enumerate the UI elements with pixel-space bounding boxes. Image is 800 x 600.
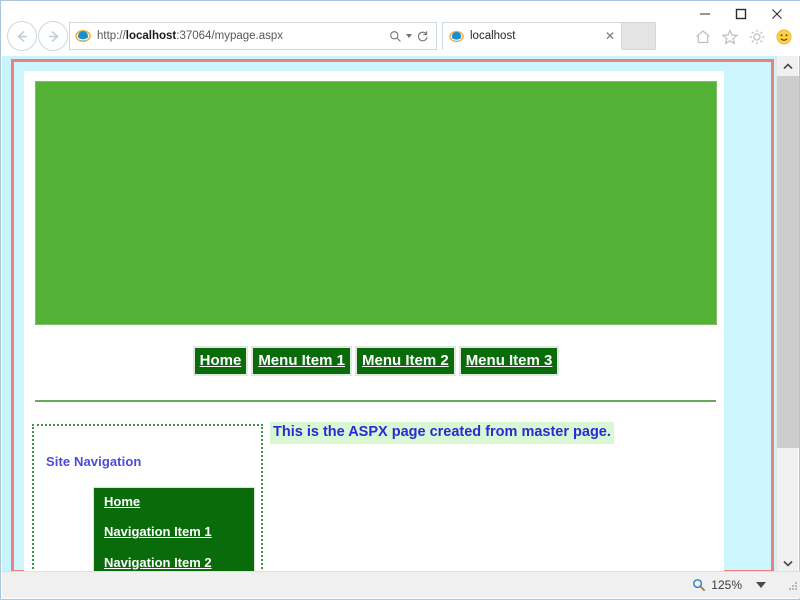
sidebar-item-navigation-item-1[interactable]: Navigation Item 1 bbox=[94, 524, 254, 539]
forward-arrow-icon bbox=[48, 30, 59, 42]
scroll-up-button[interactable] bbox=[777, 56, 799, 76]
home-icon[interactable] bbox=[694, 28, 712, 46]
minimize-icon bbox=[700, 13, 710, 15]
address-bar[interactable]: http://localhost:37064/mypage.aspx bbox=[69, 22, 437, 50]
browser-chrome: http://localhost:37064/mypage.aspx local… bbox=[1, 1, 800, 56]
page-viewport: Home Menu Item 1 Menu Item 2 Menu Item 3… bbox=[2, 56, 778, 573]
sidebar-item-home[interactable]: Home bbox=[94, 494, 254, 509]
main-content-area: This is the ASPX page created from maste… bbox=[270, 422, 718, 444]
internet-explorer-icon bbox=[75, 30, 91, 42]
favorites-star-icon[interactable] bbox=[721, 28, 739, 46]
menu-item-3[interactable]: Menu Item 3 bbox=[458, 346, 560, 376]
navigation-arrows bbox=[7, 21, 69, 51]
sidebar-nav-box: Home Navigation Item 1 Navigation Item 2… bbox=[93, 487, 255, 573]
chevron-down-icon[interactable] bbox=[406, 34, 412, 38]
address-bar-icons bbox=[389, 30, 429, 43]
smiley-face-icon[interactable] bbox=[775, 28, 793, 46]
content-row: Site Navigation Home Navigation Item 1 N… bbox=[26, 422, 721, 573]
back-arrow-icon bbox=[16, 30, 27, 42]
sidebar-title: Site Navigation bbox=[46, 454, 142, 469]
tab-title: localhost bbox=[470, 30, 516, 42]
vertical-scrollbar[interactable] bbox=[776, 56, 799, 573]
url-text: http://localhost:37064/mypage.aspx bbox=[97, 30, 284, 42]
tab-favicon-internet-explorer-icon bbox=[449, 30, 464, 42]
zoom-dropdown-caret-icon[interactable] bbox=[756, 582, 766, 588]
chrome-toolbar-icons bbox=[694, 28, 793, 46]
top-menu-bar: Home Menu Item 1 Menu Item 2 Menu Item 3 bbox=[35, 346, 717, 378]
tab-strip: localhost ✕ bbox=[442, 22, 656, 50]
header-banner bbox=[35, 81, 717, 325]
sidebar-item-navigation-item-2[interactable]: Navigation Item 2 bbox=[94, 555, 254, 570]
sidebar-panel: Site Navigation Home Navigation Item 1 N… bbox=[32, 424, 263, 573]
back-button[interactable] bbox=[7, 21, 37, 51]
horizontal-separator bbox=[35, 400, 716, 402]
zoom-level-label: 125% bbox=[711, 578, 742, 592]
status-bar: 125% bbox=[2, 571, 800, 598]
magnifier-icon[interactable] bbox=[692, 578, 706, 592]
menu-item-home[interactable]: Home bbox=[192, 346, 249, 376]
tab-localhost[interactable]: localhost ✕ bbox=[442, 22, 622, 50]
maximize-button[interactable] bbox=[723, 4, 759, 24]
resize-grip-icon[interactable] bbox=[786, 579, 798, 591]
browser-window: http://localhost:37064/mypage.aspx local… bbox=[0, 0, 800, 600]
close-icon bbox=[772, 9, 782, 19]
refresh-icon[interactable] bbox=[416, 30, 429, 43]
minimize-button[interactable] bbox=[687, 4, 723, 24]
scrollbar-thumb[interactable] bbox=[777, 76, 799, 448]
scroll-down-button[interactable] bbox=[777, 553, 799, 573]
tab-close-icon[interactable]: ✕ bbox=[603, 29, 617, 43]
close-button[interactable] bbox=[759, 4, 795, 24]
new-tab-button[interactable] bbox=[622, 22, 656, 50]
menu-item-2[interactable]: Menu Item 2 bbox=[355, 346, 456, 376]
chevron-down-icon bbox=[783, 560, 793, 567]
search-icon[interactable] bbox=[389, 30, 402, 43]
zoom-control[interactable]: 125% bbox=[692, 578, 766, 592]
forward-button[interactable] bbox=[38, 21, 68, 51]
settings-gear-icon[interactable] bbox=[748, 28, 766, 46]
maximize-icon bbox=[735, 8, 747, 20]
menu-item-1[interactable]: Menu Item 1 bbox=[251, 346, 352, 376]
window-controls bbox=[687, 3, 795, 25]
content-message: This is the ASPX page created from maste… bbox=[270, 422, 614, 444]
chevron-up-icon bbox=[783, 62, 793, 69]
